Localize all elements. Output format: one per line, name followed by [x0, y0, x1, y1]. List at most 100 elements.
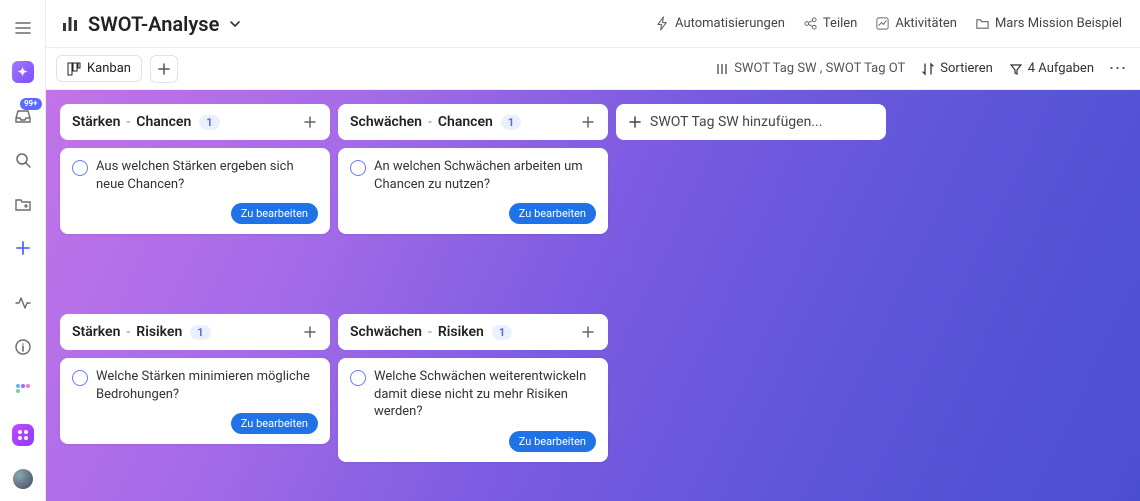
ai-assistant-button[interactable]: ✦ — [0, 50, 46, 94]
inbox-badge: 99+ — [20, 98, 42, 110]
plus-icon — [157, 62, 171, 76]
app-center-button[interactable] — [0, 369, 46, 413]
column-title-sep: - — [120, 114, 136, 130]
column-header[interactable]: Stärken - Risiken 1 — [60, 314, 330, 350]
column-title-b: Chancen — [438, 114, 493, 130]
share-label: Teilen — [823, 16, 857, 31]
more-options-button[interactable]: ⋯ — [1106, 58, 1130, 79]
folder-icon — [975, 16, 990, 31]
status-badge[interactable]: Zu bearbeiten — [231, 203, 318, 224]
status-circle-icon[interactable] — [350, 160, 366, 176]
dots-icon: ⋯ — [1109, 58, 1128, 79]
pulse-button[interactable] — [0, 281, 46, 325]
drop-area[interactable] — [60, 452, 330, 501]
column-title-a: Stärken — [72, 114, 120, 130]
status-circle-icon[interactable] — [350, 370, 366, 386]
status-circle-icon[interactable] — [72, 370, 88, 386]
automations-label: Automatisierungen — [675, 16, 785, 31]
task-card[interactable]: Welche Stärken minimieren mögliche Bedro… — [60, 358, 330, 444]
plus-icon — [302, 114, 318, 130]
automations-button[interactable]: Automatisierungen — [651, 12, 789, 35]
filter-button[interactable]: 4 Aufgaben — [1005, 61, 1098, 76]
grid-dots-icon — [13, 381, 33, 401]
column-add-task-button[interactable] — [302, 324, 318, 340]
filter-label: 4 Aufgaben — [1028, 61, 1094, 76]
kanban-board: Stärken - Chancen 1 Aus welchen Stärken … — [46, 90, 1140, 501]
sort-button[interactable]: Sortieren — [917, 61, 997, 76]
kanban-icon — [67, 62, 81, 76]
add-group-input[interactable]: SWOT Tag SW hinzufügen... — [616, 104, 886, 140]
column-add-task-button[interactable] — [302, 114, 318, 130]
left-sidebar: ✦ 99+ — [0, 0, 46, 501]
activities-button[interactable]: Aktivitäten — [871, 12, 961, 35]
folder-plus-icon — [13, 194, 33, 214]
sort-icon — [921, 62, 935, 76]
docs-button[interactable] — [0, 182, 46, 226]
inbox-button[interactable]: 99+ — [0, 94, 46, 138]
topbar: SWOT-Analyse Automatisierungen Teilen Ak… — [46, 0, 1140, 48]
menu-button[interactable] — [0, 6, 46, 50]
column-title-b: Risiken — [438, 324, 484, 340]
view-kanban-chip[interactable]: Kanban — [56, 55, 142, 82]
user-avatar-button[interactable] — [0, 457, 46, 501]
folder-location-button[interactable]: Mars Mission Beispiel — [971, 12, 1126, 35]
column-title-a: Schwächen — [350, 114, 422, 130]
status-badge[interactable]: Zu bearbeiten — [231, 413, 318, 434]
column-header[interactable]: Stärken - Chancen 1 — [60, 104, 330, 140]
bolt-icon — [655, 16, 670, 31]
task-title: Aus welchen Stärken ergeben sich neue Ch… — [96, 158, 318, 193]
status-badge[interactable]: Zu bearbeiten — [509, 203, 596, 224]
task-card[interactable]: An welchen Schwächen arbeiten um Chancen… — [338, 148, 608, 234]
column-title-sep: - — [422, 114, 438, 130]
column-title-a: Schwächen — [350, 324, 422, 340]
column-title-a: Stärken — [72, 324, 120, 340]
avatar — [13, 469, 33, 489]
apps-icon — [12, 424, 34, 446]
columns-icon — [715, 62, 729, 76]
main-area: SWOT-Analyse Automatisierungen Teilen Ak… — [46, 0, 1140, 501]
chevron-down-icon — [227, 16, 243, 32]
status-badge[interactable]: Zu bearbeiten — [509, 431, 596, 452]
search-button[interactable] — [0, 138, 46, 182]
column-count-badge: 1 — [501, 115, 521, 130]
view-label: Kanban — [87, 61, 131, 76]
plus-icon — [628, 115, 642, 129]
add-view-button[interactable] — [150, 55, 178, 83]
task-card[interactable]: Aus welchen Stärken ergeben sich neue Ch… — [60, 148, 330, 234]
activity-icon — [875, 16, 890, 31]
page-title: SWOT-Analyse — [88, 12, 219, 36]
task-title: Welche Stärken minimieren mögliche Bedro… — [96, 368, 318, 403]
drop-area[interactable] — [338, 242, 608, 306]
page-title-button[interactable]: SWOT-Analyse — [60, 12, 243, 36]
ai-icon: ✦ — [12, 61, 34, 83]
column-add-task-button[interactable] — [580, 324, 596, 340]
info-icon — [13, 337, 33, 357]
help-button[interactable] — [0, 325, 46, 369]
filter-icon — [1009, 62, 1023, 76]
column-count-badge: 1 — [190, 325, 210, 340]
column-title-b: Risiken — [136, 324, 182, 340]
plus-icon — [580, 324, 596, 340]
column-header[interactable]: Schwächen - Chancen 1 — [338, 104, 608, 140]
status-circle-icon[interactable] — [72, 160, 88, 176]
create-button[interactable] — [0, 226, 46, 270]
share-button[interactable]: Teilen — [799, 12, 861, 35]
task-card[interactable]: Welche Schwächen weiterentwickeln damit … — [338, 358, 608, 462]
share-icon — [803, 16, 818, 31]
board-column: Stärken - Chancen 1 Aus welchen Stärken … — [60, 104, 330, 501]
sort-label: Sortieren — [940, 61, 993, 76]
add-column: SWOT Tag SW hinzufügen... — [616, 104, 886, 140]
integrations-button[interactable] — [0, 413, 46, 457]
drop-area[interactable] — [60, 242, 330, 306]
column-title-sep: - — [120, 324, 136, 340]
column-add-task-button[interactable] — [580, 114, 596, 130]
chart-icon — [60, 14, 80, 34]
plus-icon — [13, 238, 33, 258]
column-count-badge: 1 — [492, 325, 512, 340]
column-header[interactable]: Schwächen - Risiken 1 — [338, 314, 608, 350]
hamburger-icon — [13, 18, 33, 38]
group-by-button[interactable]: SWOT Tag SW , SWOT Tag OT — [711, 61, 909, 76]
board-column: Schwächen - Chancen 1 An welchen Schwäch… — [338, 104, 608, 462]
search-icon — [13, 150, 33, 170]
task-title: Welche Schwächen weiterentwickeln damit … — [374, 368, 596, 421]
